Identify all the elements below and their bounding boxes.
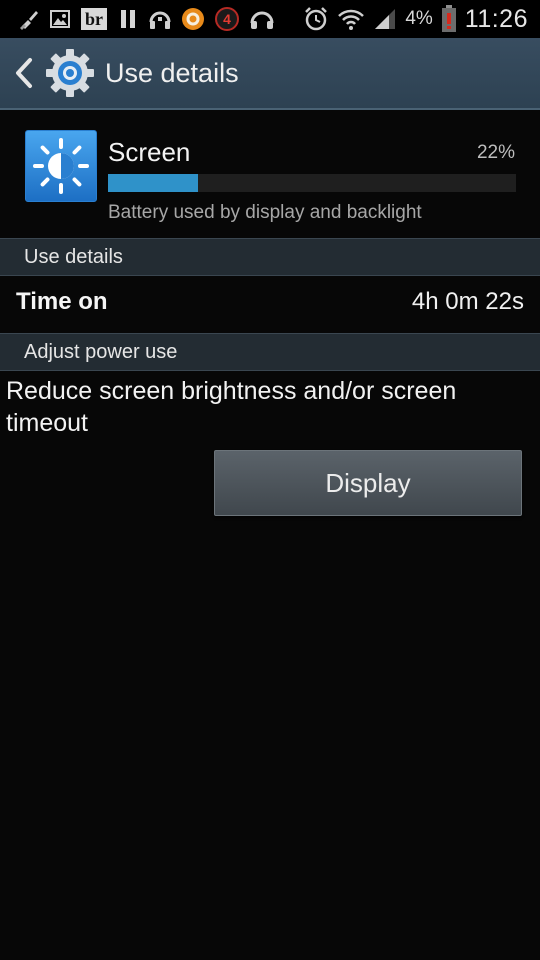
brightness-icon: [25, 130, 97, 202]
usage-progress-bar: [108, 174, 516, 192]
usage-name: Screen: [108, 137, 191, 167]
pause-icon: [117, 8, 139, 30]
section-header-use-details: Use details: [0, 238, 540, 276]
battery-percent: 4%: [405, 8, 433, 29]
red-number-4-icon: 4: [214, 6, 240, 32]
time-on-label: Time on: [16, 288, 108, 315]
notification-icons: br 4: [0, 6, 275, 32]
badge-number: 4: [223, 11, 231, 27]
wifi-icon: [337, 7, 365, 31]
back-arrow-icon[interactable]: [12, 56, 36, 95]
cell-signal-icon: [373, 7, 397, 31]
system-status-icons: 4% 11:26: [303, 0, 528, 38]
section-header-adjust-power: Adjust power use: [0, 333, 540, 371]
usage-percent: 22%: [476, 142, 515, 163]
usage-description: Battery used by display and backlight: [108, 202, 422, 223]
battery-low-icon: [441, 5, 457, 33]
usage-progress-fill: [108, 174, 198, 192]
screen: br 4 4% 11:26 Use details Screen 22% Bat…: [0, 0, 540, 960]
alarm-clock-icon: [303, 6, 329, 32]
broom-cleaner-icon: [18, 8, 40, 30]
br-badge-icon: br: [80, 7, 108, 31]
action-bar: Use details: [0, 38, 540, 110]
page-title: Use details: [105, 58, 239, 88]
headset-icon: [249, 7, 275, 31]
headphones-icon: [148, 7, 172, 31]
settings-gear-icon[interactable]: [44, 47, 96, 104]
status-clock: 11:26: [464, 4, 528, 33]
section-header-label: Adjust power use: [24, 341, 178, 363]
usage-summary: Screen 22% Battery used by display and b…: [0, 110, 540, 238]
br-badge-text: br: [85, 9, 103, 29]
display-settings-button[interactable]: Display: [214, 450, 522, 516]
section-header-label: Use details: [24, 246, 123, 268]
time-on-value: 4h 0m 22s: [411, 288, 524, 315]
power-advice-text: Reduce screen brightness and/or screen t…: [6, 377, 457, 437]
status-bar: br 4 4% 11:26: [0, 0, 540, 38]
time-on-row: Time on 4h 0m 22s: [0, 276, 540, 332]
image-icon: [49, 8, 71, 30]
orange-circle-app-icon: [181, 7, 205, 31]
